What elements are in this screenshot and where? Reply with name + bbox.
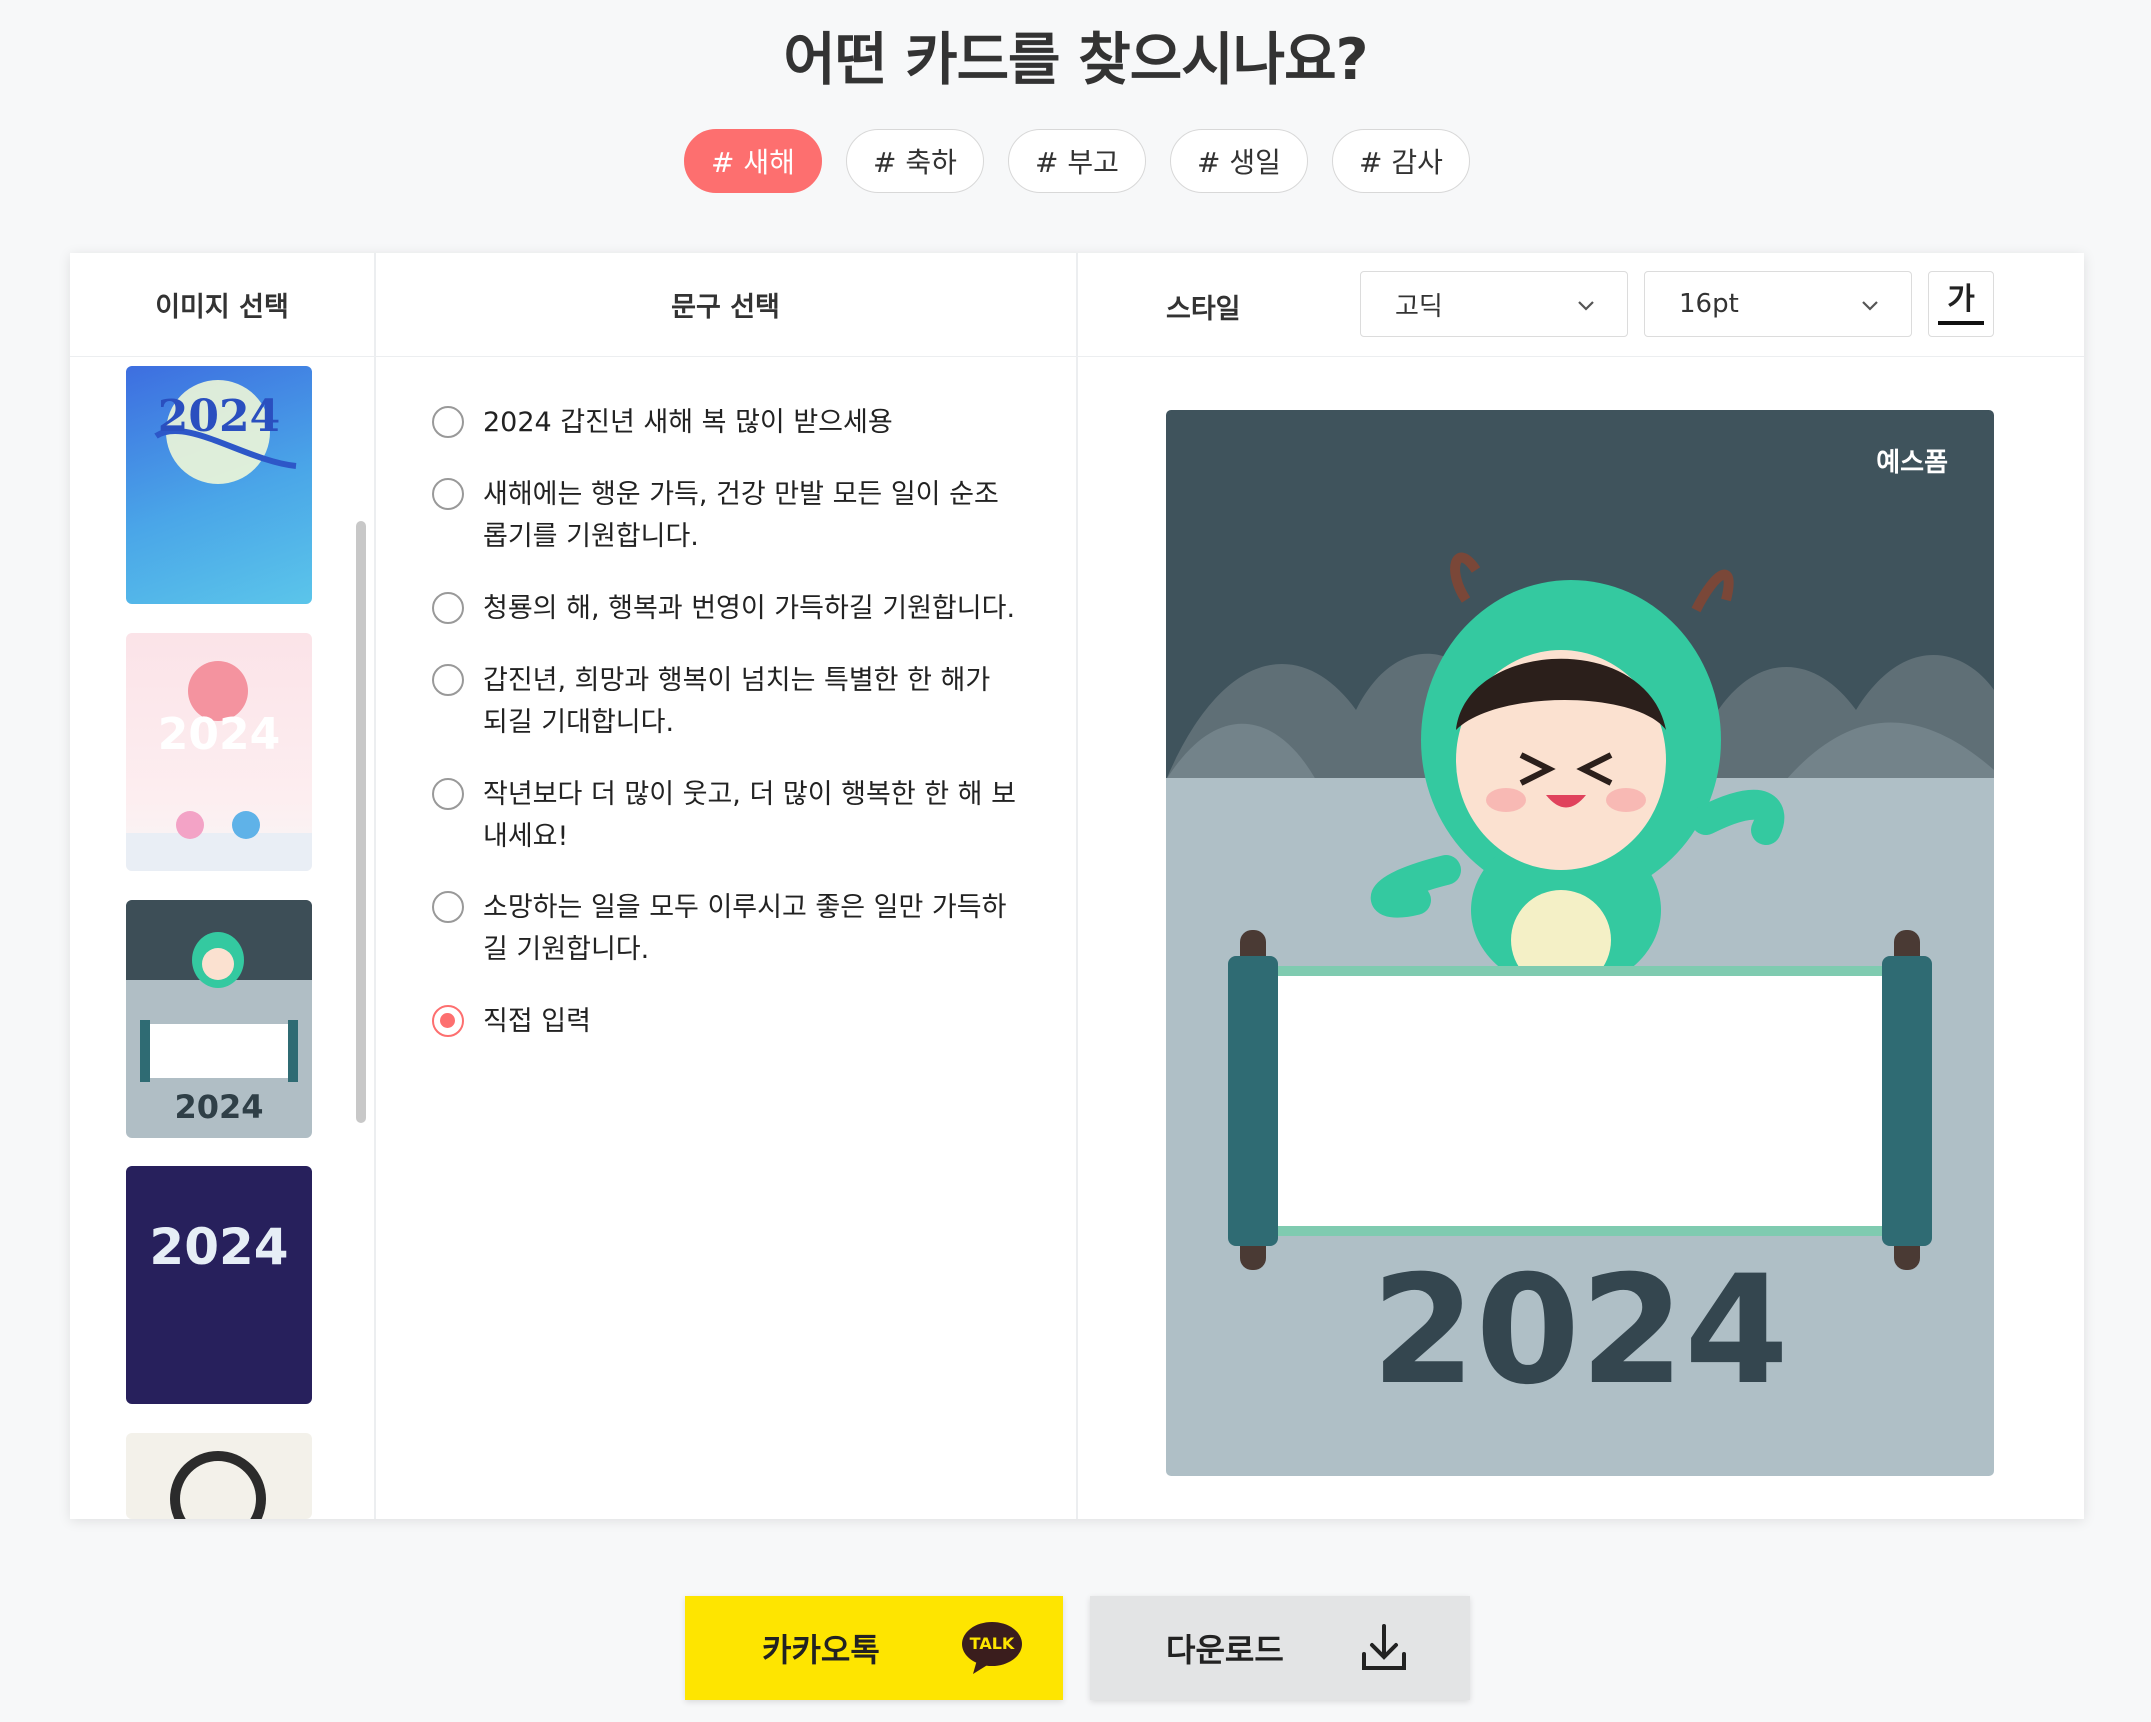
style-label: 스타일 — [1166, 294, 1241, 325]
font-select-value: 고딕 — [1395, 291, 1443, 322]
brand-logo: 예스폼 — [1876, 448, 1948, 478]
phrase-option-label: 직접 입력 — [483, 1006, 591, 1037]
thumb-emblem-illustration — [170, 1451, 266, 1519]
thumb-dragon-emblem[interactable] — [126, 1433, 312, 1519]
radio-button[interactable] — [432, 664, 464, 696]
thumb-blue-moon-dragon[interactable]: 2024 — [126, 366, 312, 604]
page-title: 어떤 카드를 찾으시나요? — [783, 27, 1368, 93]
font-color-glyph: 가 — [1947, 281, 1975, 317]
download-icon — [1362, 1624, 1406, 1670]
tag-thanks[interactable]: # 감사 — [1332, 129, 1470, 193]
chevron-down-icon — [1578, 301, 1594, 311]
thumb-year: 2024 — [174, 1088, 264, 1126]
thumb-green-dragon-scroll[interactable]: 2024 — [126, 900, 312, 1138]
font-color-button[interactable]: 가 — [1928, 271, 1994, 337]
tag-birthday[interactable]: # 생일 — [1170, 129, 1308, 193]
card-preview: 2024 예스폼 — [1166, 410, 1994, 1476]
column-divider — [1076, 253, 1078, 1519]
phrase-column-header: 문구 선택 — [375, 253, 1076, 357]
image-column-header: 이미지 선택 — [70, 253, 374, 357]
font-select[interactable]: 고딕 — [1360, 271, 1628, 337]
radio-button[interactable] — [432, 478, 464, 510]
download-button[interactable]: 다운로드 — [1090, 1596, 1470, 1700]
kakao-talk-icon: TALK — [961, 1622, 1023, 1674]
card-year-text: 2024 — [1371, 1244, 1789, 1418]
phrase-option-label: 소망하는 일을 모두 이루시고 좋은 일만 가득하길 기원합니다. — [483, 892, 1007, 965]
phrase-option-label: 작년보다 더 많이 웃고, 더 많이 행복한 한 해 보내세요! — [483, 779, 1016, 852]
phrase-option-label: 청룡의 해, 행복과 번영이 가득하길 기원합니다. — [483, 593, 1016, 624]
phrase-option-custom[interactable]: 직접 입력 — [432, 1001, 1023, 1043]
radio-button[interactable] — [432, 891, 464, 923]
phrase-option[interactable]: 소망하는 일을 모두 이루시고 좋은 일만 가득하길 기원합니다. — [432, 887, 1023, 971]
radio-button[interactable] — [432, 778, 464, 810]
thumb-pink-fortune[interactable]: 2024 — [126, 633, 312, 871]
font-color-underline — [1938, 320, 1984, 325]
chevron-down-icon — [1862, 301, 1878, 311]
thumb-year: 2024 — [157, 709, 281, 760]
phrase-option-label: 갑진년, 희망과 행복이 넘치는 특별한 한 해가 되길 기대합니다. — [483, 665, 991, 738]
tag-new-year[interactable]: # 새해 — [684, 129, 822, 193]
download-button-label: 다운로드 — [1166, 1631, 1284, 1669]
kakao-button-label: 카카오톡 — [762, 1631, 880, 1669]
phrase-option-label: 2024 갑진년 새해 복 많이 받으세용 — [483, 407, 893, 438]
kakao-share-button[interactable]: 카카오톡 TALK — [685, 1596, 1063, 1700]
thumb-year: 2024 — [157, 391, 281, 442]
tag-congrats[interactable]: # 축하 — [846, 129, 984, 193]
thumbnail-scrollbar[interactable] — [356, 521, 366, 1123]
size-select-value: 16pt — [1679, 289, 1739, 319]
thumb-navy-dragon[interactable]: 2024 — [126, 1166, 312, 1404]
phrase-option[interactable]: 2024 갑진년 새해 복 많이 받으세용 — [432, 402, 1023, 444]
size-select[interactable]: 16pt — [1644, 271, 1912, 337]
radio-button[interactable] — [432, 592, 464, 624]
tag-condolence[interactable]: # 부고 — [1008, 129, 1146, 193]
radio-button-selected[interactable] — [432, 1005, 464, 1037]
phrase-option[interactable]: 청룡의 해, 행복과 번영이 가득하길 기원합니다. — [432, 588, 1023, 630]
phrase-option[interactable]: 갑진년, 희망과 행복이 넘치는 특별한 한 해가 되길 기대합니다. — [432, 660, 1023, 744]
card-editor-panel: 이미지 선택 문구 선택 스타일 고딕 16pt 가 2024 2024 202… — [70, 253, 2084, 1519]
kakao-talk-badge: TALK — [969, 1634, 1015, 1653]
column-divider — [374, 253, 376, 1519]
phrase-option[interactable]: 새해에는 행운 가득, 건강 만발 모든 일이 순조롭기를 기원합니다. — [432, 474, 1023, 558]
phrase-option[interactable]: 작년보다 더 많이 웃고, 더 많이 행복한 한 해 보내세요! — [432, 774, 1023, 858]
thumb-year: 2024 — [149, 1218, 289, 1276]
category-tags: # 새해 # 축하 # 부고 # 생일 # 감사 — [684, 129, 1470, 193]
phrase-option-label: 새해에는 행운 가득, 건강 만발 모든 일이 순조롭기를 기원합니다. — [483, 479, 999, 552]
radio-button[interactable] — [432, 406, 464, 438]
